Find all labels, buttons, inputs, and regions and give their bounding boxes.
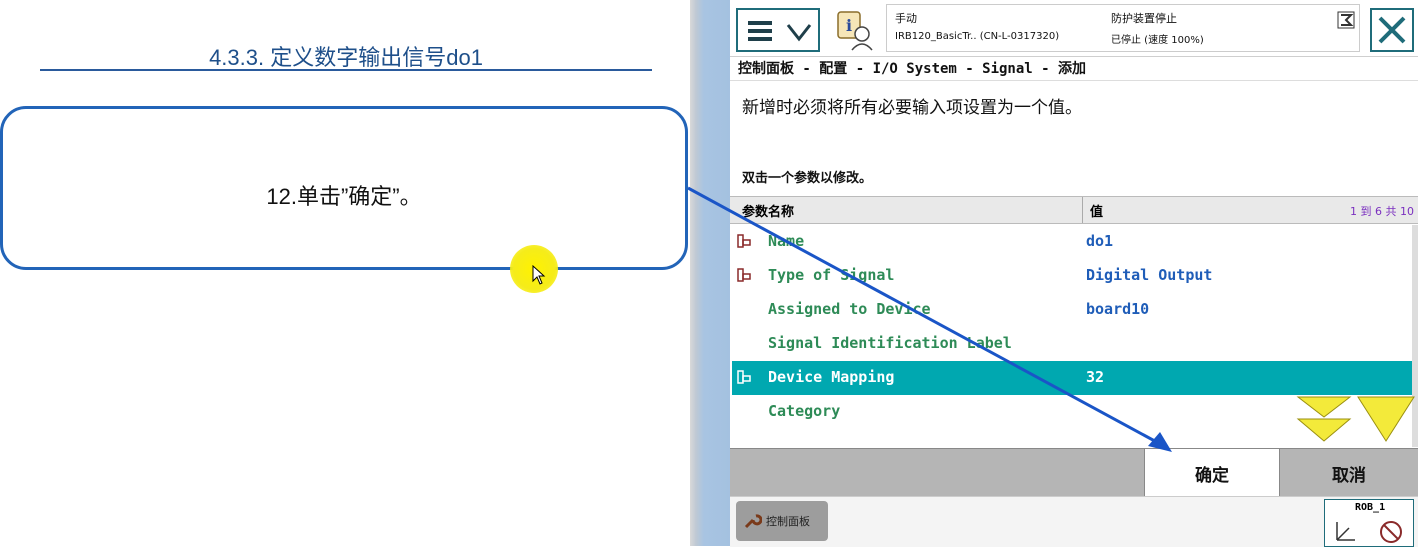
taskbar-control-panel[interactable]: 控制面板 [736, 501, 828, 541]
top-bar: i 手动 IRB120_BasicTr.. (CN-L-0317320) 防护装… [730, 0, 1418, 57]
param-name: Signal Identification Label [768, 334, 1012, 352]
column-header-value: 值 [1090, 205, 1104, 220]
row-count: 1 到 6 共 10 [1350, 205, 1414, 218]
svg-text:i: i [846, 16, 852, 35]
title-underline [40, 69, 652, 71]
param-value: 32 [1086, 368, 1105, 386]
param-value: Digital Output [1086, 266, 1213, 284]
required-param-icon [737, 370, 751, 384]
ok-button[interactable]: 确定 [1144, 449, 1280, 497]
slide-title: 4.3.3. 定义数字输出信号do1 [209, 45, 483, 70]
column-separator [1082, 197, 1083, 223]
instruction-callout: 12.单击”确定”。 [0, 106, 688, 270]
required-param-icon [737, 268, 751, 282]
breadcrumb: 控制面板 - 配置 - I/O System - Signal - 添加 [738, 61, 1087, 77]
table-header: 参数名称 值 1 到 6 共 10 [730, 197, 1418, 224]
column-header-name: 参数名称 [742, 205, 795, 220]
scroll-down-double-icon[interactable] [1296, 396, 1352, 442]
table-row[interactable]: Name do1 [732, 225, 1412, 259]
param-name: Device Mapping [768, 368, 895, 386]
system-name: IRB120_BasicTr.. (CN-L-0317320) [895, 31, 1060, 42]
wrench-icon [744, 514, 762, 529]
param-name: Assigned to Device [768, 300, 931, 318]
table-row[interactable]: Signal Identification Label [732, 327, 1412, 361]
hold-to-run-icon [1337, 11, 1355, 29]
robot-label: ROB_1 [1355, 502, 1386, 513]
scroll-down-icon[interactable] [1357, 396, 1415, 442]
table-row[interactable]: Assigned to Device board10 [732, 293, 1412, 327]
slide-panel: 4.3.3. 定义数字输出信号do1 12.单击”确定”。 [0, 0, 690, 546]
close-icon [1378, 16, 1406, 44]
param-value: do1 [1086, 232, 1114, 250]
instruction-line-1: 新增时必须将所有必要输入项设置为一个值。 [742, 98, 1082, 118]
instruction-line-2: 双击一个参数以修改。 [742, 171, 873, 186]
param-value: board10 [1086, 300, 1150, 318]
window-divider [690, 0, 730, 546]
scroll-controls [1296, 396, 1415, 442]
command-bar: 确定 取消 [730, 448, 1418, 497]
parameter-table: 参数名称 值 1 到 6 共 10 Name do1 Type of Signa… [730, 196, 1418, 449]
param-name: Category [768, 402, 841, 420]
table-row-selected[interactable]: Device Mapping 32 [732, 361, 1412, 395]
main-menu-button[interactable] [736, 8, 820, 52]
mouse-cursor-icon [532, 265, 546, 285]
chevron-down-icon [786, 24, 812, 42]
status-bar: 手动 IRB120_BasicTr.. (CN-L-0317320) 防护装置停… [886, 4, 1360, 52]
taskbar: 控制面板 ROB_1 [730, 496, 1418, 547]
cancel-button[interactable]: 取消 [1280, 449, 1418, 497]
flexpendant-screen: i 手动 IRB120_BasicTr.. (CN-L-0317320) 防护装… [730, 0, 1418, 547]
operating-mode: 手动 [895, 12, 917, 25]
menu-icon [748, 21, 772, 41]
close-button[interactable] [1370, 8, 1414, 52]
taskbar-control-panel-label: 控制面板 [766, 515, 810, 528]
jog-axes-icon [1336, 521, 1402, 543]
param-name: Name [768, 232, 805, 250]
status-info-icon[interactable]: i [832, 8, 876, 52]
param-name: Type of Signal [768, 266, 895, 284]
table-row[interactable]: Type of Signal Digital Output [732, 259, 1412, 293]
safety-status: 防护装置停止 [1111, 12, 1177, 25]
quickset-robot[interactable]: ROB_1 [1324, 499, 1414, 547]
step-text: 12.单击”确定”。 [266, 184, 422, 209]
instructions-area: 新增时必须将所有必要输入项设置为一个值。 双击一个参数以修改。 [730, 80, 1418, 197]
required-param-icon [737, 234, 751, 248]
controller-state: 已停止 (速度 100%) [1111, 35, 1204, 46]
